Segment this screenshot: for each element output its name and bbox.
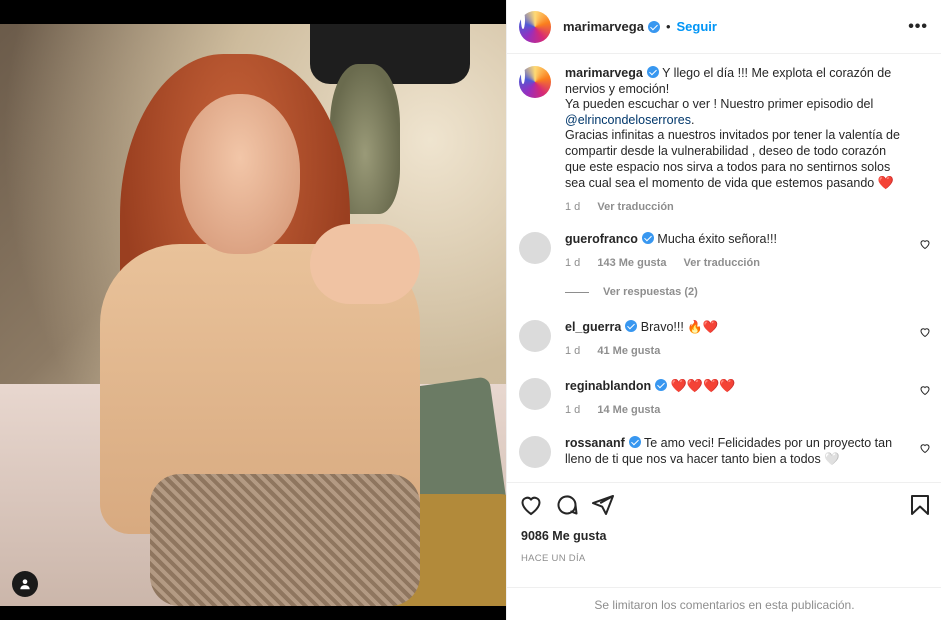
comment-likes[interactable]: 14 Me gusta: [597, 404, 660, 416]
comment-time[interactable]: 1 d: [565, 404, 580, 416]
caption-text-3: .: [690, 112, 695, 127]
comment-text: Mucha éxito señora!!!: [657, 232, 777, 246]
person-legs: [150, 474, 420, 606]
caption-text-2: Ya pueden escuchar o ver ! Nuestro prime…: [565, 97, 874, 112]
verified-icon: [647, 20, 660, 33]
comment-likes[interactable]: 143 Me gusta: [597, 257, 666, 269]
verified-icon: [628, 436, 641, 448]
heart-emoji: ❤️: [877, 175, 894, 191]
post-actions: 9086 Me gusta HACE UN DÍA Se limitaron l…: [507, 482, 941, 620]
translate-button[interactable]: Ver traducción: [684, 257, 760, 269]
heart-icon[interactable]: [919, 326, 931, 338]
verified-icon: [655, 379, 668, 391]
avatar[interactable]: [519, 378, 551, 410]
caption-mention[interactable]: @elrincondeloserrores: [565, 113, 691, 127]
post-panel: marimarvega • Seguir ••• marimarvega Y l…: [506, 0, 941, 620]
translate-button[interactable]: Ver traducción: [597, 201, 673, 213]
avatar[interactable]: [519, 320, 551, 352]
replies-line: [565, 291, 589, 293]
comment-meta: 1 d 143 Me gusta Ver traducción: [565, 256, 903, 272]
follow-button[interactable]: Seguir: [677, 19, 717, 34]
comment-username[interactable]: el_guerra: [565, 320, 621, 334]
comment-time[interactable]: 1 d: [565, 345, 580, 357]
more-icon[interactable]: •••: [908, 18, 928, 36]
comments-limited-notice: Se limitaron los comentarios en esta pub…: [507, 587, 941, 620]
comment-time[interactable]: 1 d: [565, 257, 580, 269]
comment-username[interactable]: guerofranco: [565, 232, 638, 246]
comment-username[interactable]: rossananf: [565, 436, 625, 450]
comment-text: Bravo!!! 🔥❤️: [640, 320, 719, 334]
avatar[interactable]: [519, 66, 551, 98]
comment-username[interactable]: reginablandon: [565, 379, 651, 393]
separator-dot: •: [665, 19, 671, 34]
person-face: [180, 94, 300, 254]
verified-icon: [625, 320, 638, 332]
share-icon[interactable]: [591, 493, 615, 517]
avatar[interactable]: [519, 232, 551, 264]
comment-text: ❤️❤️❤️❤️: [670, 378, 736, 393]
comments-list[interactable]: marimarvega Y llego el día !!! Me explot…: [507, 54, 941, 482]
caption-username[interactable]: marimarvega: [565, 66, 643, 80]
comment-meta: 1 d 41 Me gusta: [565, 344, 903, 360]
verified-icon: [641, 232, 654, 244]
verified-icon: [646, 66, 659, 78]
like-heart-icon[interactable]: [519, 493, 543, 517]
heart-icon[interactable]: [919, 442, 931, 454]
comment-likes[interactable]: 41 Me gusta: [597, 345, 660, 357]
likes-count[interactable]: 9086 Me gusta: [521, 529, 606, 543]
comment-icon[interactable]: [555, 493, 579, 517]
caption-time[interactable]: 1 d: [565, 201, 580, 213]
post-time[interactable]: HACE UN DÍA: [521, 553, 586, 564]
post-header: marimarvega • Seguir •••: [507, 0, 941, 54]
user-tag-icon[interactable]: [12, 571, 38, 597]
bookmark-icon[interactable]: [908, 493, 932, 517]
post-username[interactable]: marimarvega: [563, 19, 644, 34]
replies-label: Ver respuestas (2): [603, 286, 698, 298]
comment-meta: 1 d 14 Me gusta: [565, 403, 903, 419]
lamp-shade: [310, 24, 470, 84]
avatar[interactable]: [519, 436, 551, 468]
caption-meta: 1 d Ver traducción: [565, 200, 903, 216]
heart-icon[interactable]: [919, 238, 931, 250]
caption-text-4: Gracias infinitas a nuestros invitados p…: [565, 128, 900, 191]
avatar[interactable]: [519, 10, 551, 43]
heart-icon[interactable]: [919, 384, 931, 396]
view-replies-button[interactable]: Ver respuestas (2): [565, 286, 698, 298]
post-photo[interactable]: [0, 24, 506, 606]
post-media[interactable]: [0, 0, 506, 620]
person-hands: [310, 224, 420, 304]
